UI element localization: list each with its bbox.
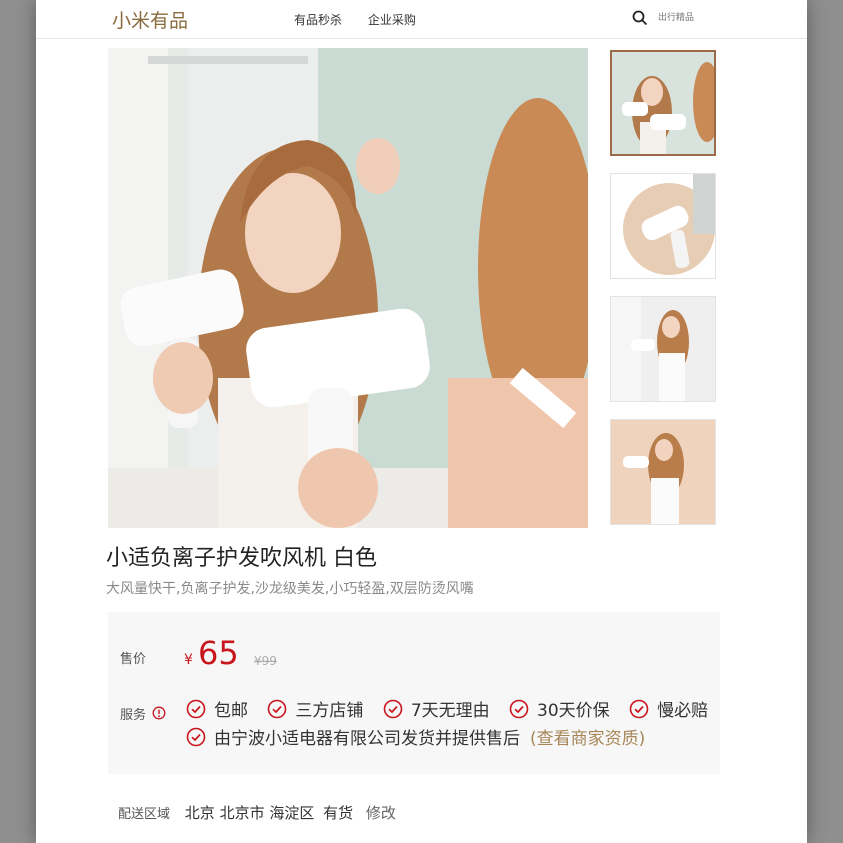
check-circle-icon — [629, 699, 649, 718]
price-panel: 售价 ¥ 65 ¥99 服务 包邮 三方店铺 7天无理由 30天价保 慢必赔 由… — [108, 612, 720, 774]
top-navigation-bar: 小米有品 有品秒杀 企业采购 — [36, 0, 807, 39]
delivery-row: 配送区域 北京 北京市 海淀区 有货 修改 — [118, 802, 396, 823]
service-label: 服务 — [120, 708, 147, 723]
nav-item-flash-sale[interactable]: 有品秒杀 — [294, 11, 342, 28]
edit-address-link[interactable]: 修改 — [366, 804, 396, 822]
site-logo[interactable]: 小米有品 — [112, 6, 188, 33]
check-circle-icon — [268, 699, 287, 718]
main-nav: 有品秒杀 企业采购 — [294, 11, 438, 28]
currency-symbol: ¥ — [184, 652, 193, 668]
nav-item-enterprise[interactable]: 企业采购 — [368, 11, 416, 28]
thumbnail-1[interactable] — [610, 50, 716, 156]
price-label: 售价 — [120, 652, 147, 667]
service-item: 包邮 — [186, 696, 248, 721]
shipper-note: 由宁波小适电器有限公司发货并提供售后 — [214, 729, 520, 749]
shipper-row: 由宁波小适电器有限公司发货并提供售后 (查看商家资质) — [186, 724, 659, 752]
product-title: 小适负离子护发吹风机 白色 — [106, 546, 377, 571]
search-icon[interactable] — [632, 10, 648, 26]
check-circle-icon — [186, 727, 206, 746]
delivery-label: 配送区域 — [118, 807, 171, 822]
service-item: 7天无理由 — [383, 696, 490, 721]
service-7-day-return: 7天无理由 — [410, 701, 490, 721]
thumbnail-2[interactable] — [610, 173, 716, 279]
service-late-compensation: 慢必赔 — [657, 701, 709, 721]
product-page: 小米有品 有品秒杀 企业采购 出行精品 小适负离子护发吹风机 白色 大风量快干,… — [36, 0, 807, 843]
service-item: 30天价保 — [509, 696, 610, 721]
service-30-day-price-protection: 30天价保 — [537, 701, 610, 721]
check-circle-icon — [383, 699, 403, 718]
original-price: ¥99 — [254, 654, 277, 668]
sale-price: 65 — [198, 634, 239, 672]
search-input[interactable] — [656, 8, 800, 28]
main-product-image — [108, 48, 588, 528]
service-list: 包邮 三方店铺 7天无理由 30天价保 慢必赔 — [186, 696, 722, 724]
service-item: 三方店铺 — [267, 696, 363, 721]
service-item: 慢必赔 — [629, 696, 708, 721]
info-icon[interactable] — [152, 706, 166, 720]
service-item: 由宁波小适电器有限公司发货并提供售后 (查看商家资质) — [186, 724, 645, 749]
service-third-party-store: 三方店铺 — [295, 701, 364, 721]
thumbnail-3[interactable] — [610, 296, 716, 402]
product-subtitle: 大风量快干,负离子护发,沙龙级美发,小巧轻盈,双层防烫风嘴 — [106, 581, 474, 597]
thumbnail-4[interactable] — [610, 419, 716, 525]
search-box[interactable] — [632, 6, 807, 30]
stock-status: 有货 — [323, 804, 354, 822]
service-free-shipping: 包邮 — [214, 701, 248, 721]
merchant-credentials-link[interactable]: (查看商家资质) — [530, 724, 645, 749]
delivery-address[interactable]: 北京 北京市 海淀区 — [185, 804, 315, 822]
check-circle-icon — [186, 699, 206, 718]
check-circle-icon — [509, 699, 529, 718]
